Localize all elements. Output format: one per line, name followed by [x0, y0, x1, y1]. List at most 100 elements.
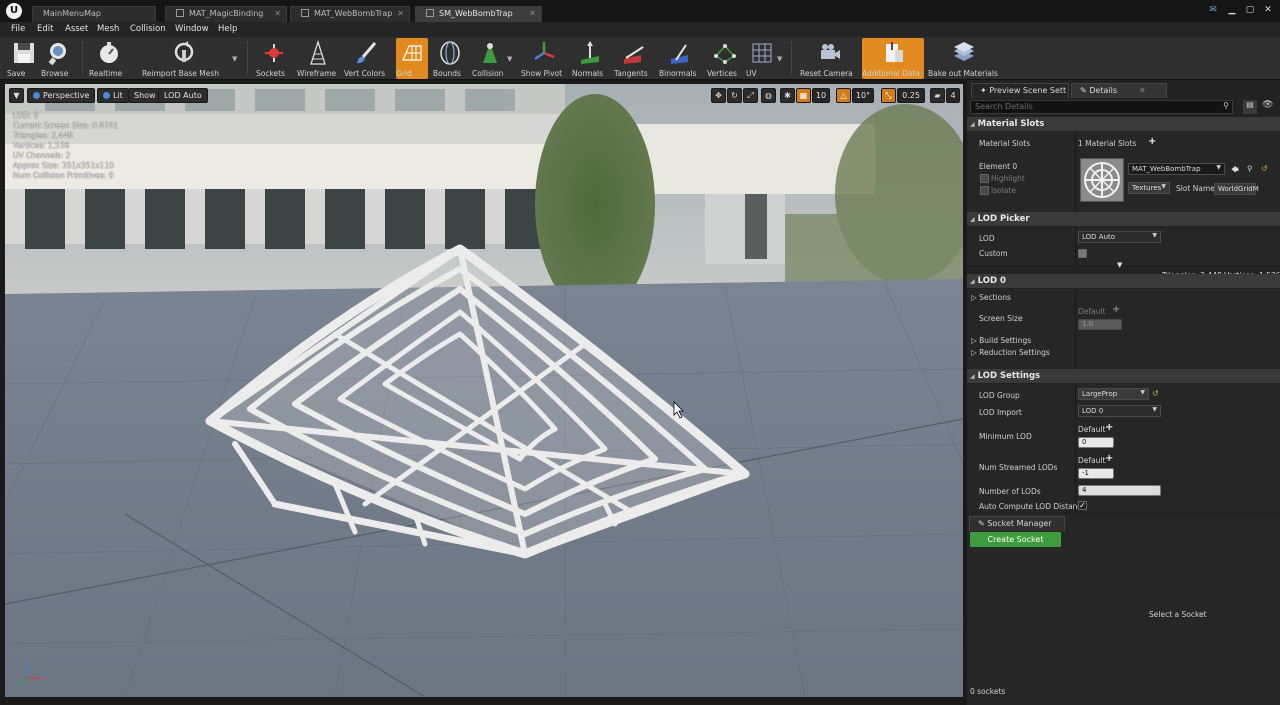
close-icon[interactable]: ✕	[397, 9, 404, 18]
bake-out-materials-button[interactable]: Bake out Materials	[928, 38, 1000, 79]
add-platform-override-button[interactable]: +	[1112, 304, 1120, 315]
rotation-snap-value[interactable]: 10°	[852, 88, 874, 103]
menu-edit[interactable]: Edit	[37, 24, 53, 34]
menu-file[interactable]: File	[11, 24, 25, 34]
reset-to-default-icon[interactable]: ↺	[1261, 164, 1268, 173]
reimport-base-mesh-button[interactable]: Reimport Base Mesh	[142, 38, 226, 79]
add-min-lod-override-button[interactable]: +	[1105, 422, 1113, 433]
save-button[interactable]: Save	[7, 38, 41, 79]
binormals-button[interactable]: Binormals	[659, 38, 703, 79]
use-selected-arrow-icon[interactable]: 🡄	[1231, 164, 1239, 177]
lod-settings-category[interactable]: ◢ LOD Settings	[967, 369, 1280, 383]
sockets-button[interactable]: Sockets	[256, 38, 292, 79]
screen-size-input[interactable]: 1.0	[1078, 319, 1122, 330]
close-icon[interactable]: ✕	[529, 9, 536, 18]
lod-import-dropdown[interactable]: LOD 0 ▼	[1078, 405, 1161, 417]
menu-mesh[interactable]: Mesh	[97, 24, 119, 34]
tab-sm-webbombtrap[interactable]: SM_WebBombTrap ✕	[415, 6, 542, 22]
menu-help[interactable]: Help	[218, 24, 237, 34]
menu-asset[interactable]: Asset	[65, 24, 88, 34]
surface-snap-icon[interactable]: ✱	[780, 88, 795, 103]
collision-dropdown-icon[interactable]: ▼	[507, 55, 512, 63]
lod-0-rows	[967, 289, 1280, 369]
collision-button[interactable]: Collision	[472, 38, 508, 79]
reduction-settings-expander[interactable]: ▷ Reduction Settings	[971, 348, 1050, 357]
mesh-viewport[interactable]: z x ▼ Perspective Lit Show LOD Auto ✥ ↻ …	[5, 84, 963, 697]
close-window-button[interactable]: ✕	[1262, 4, 1274, 16]
reset-to-default-icon[interactable]: ↺	[1152, 389, 1159, 398]
uv-dropdown-icon[interactable]: ▼	[777, 55, 782, 63]
scale-snap-icon[interactable]: ⤡	[881, 88, 896, 103]
show-button[interactable]: Show	[128, 88, 162, 103]
perspective-button[interactable]: Perspective	[27, 88, 96, 103]
tab-mat-magicbinding[interactable]: MAT_MagicBinding ✕	[165, 6, 287, 22]
viewport-options-button[interactable]: ▼	[9, 88, 24, 103]
textures-dropdown[interactable]: Textures ▼	[1128, 182, 1170, 194]
tab-preview-scene-settings[interactable]: ✦ Preview Scene Sett	[971, 83, 1069, 98]
close-icon[interactable]: ✕	[274, 9, 281, 18]
bounds-button[interactable]: Bounds	[433, 38, 467, 79]
wireframe-button[interactable]: Wireframe	[297, 38, 339, 79]
auto-compute-lod-checkbox[interactable]: ✓	[1078, 501, 1087, 510]
scale-snap-value[interactable]: 0.25	[897, 88, 925, 103]
grid-snap-icon[interactable]: ▦	[796, 88, 811, 103]
notification-icon[interactable]: ✉	[1207, 4, 1219, 16]
menu-window[interactable]: Window	[175, 24, 209, 34]
tangents-button[interactable]: Tangents	[614, 38, 654, 79]
tab-details[interactable]: ✎ Details ✕	[1071, 83, 1167, 98]
camera-speed-value[interactable]: 4	[946, 88, 960, 103]
normals-button[interactable]: Normals	[572, 38, 608, 79]
material-thumbnail[interactable]	[1080, 158, 1124, 202]
search-details-input[interactable]: Search Details ⚲	[970, 100, 1233, 114]
realtime-button[interactable]: Realtime	[89, 38, 129, 79]
reset-camera-button[interactable]: Reset Camera	[800, 38, 858, 79]
world-space-icon[interactable]: ◍	[761, 88, 776, 103]
slot-name-input[interactable]: WorldGridM	[1214, 183, 1259, 195]
tab-mat-webbombtrap[interactable]: MAT_WebBombTrap ✕	[290, 6, 410, 22]
isolate-checkbox[interactable]	[980, 186, 989, 195]
expand-advanced-icon[interactable]: ▼	[1117, 261, 1122, 269]
grid-snap-value[interactable]: 10	[812, 88, 830, 103]
minimum-lod-input[interactable]: 0	[1078, 437, 1114, 448]
camera-speed-icon[interactable]: ▰	[930, 88, 945, 103]
menu-collision[interactable]: Collision	[130, 24, 166, 34]
unreal-logo-icon[interactable]: U	[6, 3, 22, 19]
grid-button[interactable]: Grid	[396, 38, 428, 79]
lit-button[interactable]: Lit	[97, 88, 129, 103]
highlight-checkbox[interactable]	[980, 174, 989, 183]
close-icon[interactable]: ✕	[1139, 86, 1146, 95]
vertices-button[interactable]: Vertices	[707, 38, 743, 79]
sections-expander[interactable]: ▷ Sections	[971, 293, 1011, 302]
rotate-mode-icon[interactable]: ↻	[727, 88, 742, 103]
lod-dropdown[interactable]: LOD Auto ▼	[1078, 231, 1161, 243]
view-options-icon[interactable]: ▤	[1243, 100, 1257, 114]
create-socket-button[interactable]: Create Socket	[970, 532, 1061, 547]
lod-0-category[interactable]: ◢ LOD 0	[967, 274, 1280, 288]
uv-button[interactable]: UV	[746, 38, 778, 79]
vert-colors-button[interactable]: Vert Colors	[344, 38, 390, 79]
tab-socket-manager[interactable]: ✎ Socket Manager	[969, 516, 1065, 531]
add-streamed-override-button[interactable]: +	[1105, 453, 1113, 464]
additional-data-button[interactable]: Additional Data	[862, 38, 924, 79]
minimize-button[interactable]: ▁	[1226, 4, 1238, 16]
browse-asset-icon[interactable]: ⚲	[1247, 164, 1253, 173]
num-streamed-lods-input[interactable]: -1	[1078, 468, 1114, 479]
browse-button[interactable]: Browse	[41, 38, 75, 79]
show-pivot-button[interactable]: Show Pivot	[521, 38, 567, 79]
eye-icon[interactable]: 👁	[1262, 100, 1278, 114]
lod-picker-category[interactable]: ◢ LOD Picker	[967, 212, 1280, 226]
add-material-slot-button[interactable]: +	[1148, 136, 1156, 147]
custom-checkbox[interactable]	[1078, 249, 1087, 258]
build-settings-expander[interactable]: ▷ Build Settings	[971, 336, 1031, 345]
scale-mode-icon[interactable]: ⤢	[743, 88, 758, 103]
translate-mode-icon[interactable]: ✥	[711, 88, 726, 103]
reimport-dropdown-icon[interactable]: ▼	[232, 55, 237, 63]
material-dropdown[interactable]: MAT_WebBombTrap ▼	[1128, 163, 1225, 175]
tab-mainmenumap[interactable]: MainMenuMap	[32, 6, 156, 22]
material-slots-category[interactable]: ◢ Material Slots	[967, 117, 1280, 131]
lod-group-dropdown[interactable]: LargeProp ▼	[1078, 388, 1149, 400]
number-of-lods-slider[interactable]: 4	[1078, 485, 1161, 496]
lod-auto-button[interactable]: LOD Auto	[158, 88, 208, 103]
maximize-button[interactable]: ▢	[1244, 4, 1256, 16]
rotation-snap-icon[interactable]: △	[836, 88, 851, 103]
